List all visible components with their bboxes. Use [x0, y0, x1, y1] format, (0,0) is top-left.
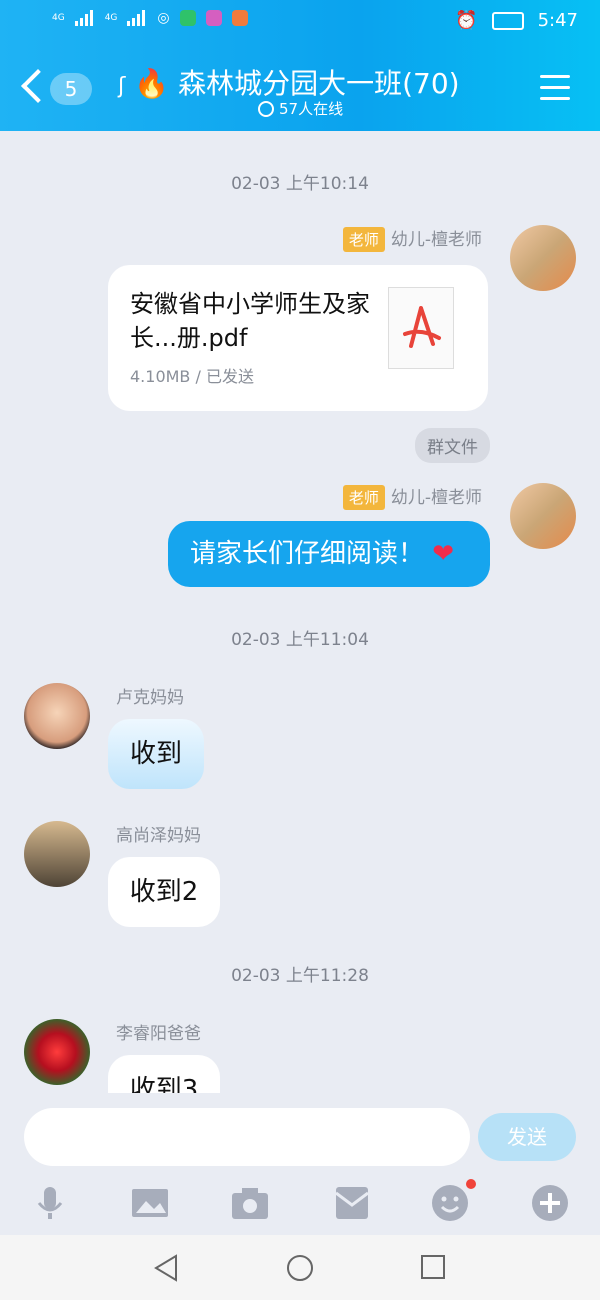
- system-nav-bar: [0, 1235, 600, 1300]
- message-bubble[interactable]: 收到2: [108, 857, 220, 927]
- nav-back-icon[interactable]: [152, 1253, 180, 1283]
- camera-icon[interactable]: [230, 1183, 270, 1223]
- menu-line: [540, 97, 570, 100]
- clock: 5:47: [537, 10, 578, 31]
- image-icon[interactable]: [130, 1183, 170, 1223]
- online-status: 57人在线: [258, 98, 343, 119]
- message-bubble[interactable]: 收到: [108, 719, 204, 789]
- fire-icon: 🔥: [134, 67, 170, 100]
- teacher-tag: 老师: [342, 227, 385, 252]
- avatar[interactable]: [24, 1019, 90, 1085]
- notification-dot: [466, 1179, 476, 1189]
- menu-button[interactable]: [540, 75, 570, 108]
- app-notification-icon-3: [231, 10, 248, 26]
- input-bar: 发送: [0, 1093, 600, 1173]
- nav-home-icon[interactable]: [285, 1253, 315, 1283]
- timestamp: 02-03 上午11:28: [231, 966, 369, 986]
- teacher-tag: 老师: [342, 485, 385, 510]
- heart-icon: ❤: [432, 539, 455, 569]
- menu-line: [540, 86, 570, 89]
- battery-icon: [491, 11, 524, 30]
- online-count: 57人在线: [279, 100, 344, 118]
- sender-name: 李睿阳爸爸: [116, 1024, 201, 1044]
- check-circle-icon: [258, 100, 274, 117]
- network-label-2: 4G: [104, 13, 118, 23]
- avatar[interactable]: [24, 821, 90, 887]
- app-notification-icon-2: [205, 10, 222, 26]
- message-input[interactable]: [24, 1108, 470, 1166]
- message-bubble[interactable]: 请家长们仔细阅读！ ❤: [168, 521, 490, 587]
- sender-label: 老师 幼儿-檀老师: [342, 225, 482, 252]
- signal-icon-2: [127, 10, 147, 26]
- back-button[interactable]: 5: [21, 69, 102, 110]
- network-label-1: 4G: [52, 13, 65, 23]
- plus-icon[interactable]: [530, 1183, 570, 1223]
- timestamp: 02-03 上午10:14: [231, 174, 369, 194]
- group-title: ʃ 🔥 森林城分园大一班(70): [118, 62, 498, 102]
- chat-area[interactable]: 02-03 上午10:14 老师 幼儿-檀老师 安徽省中小学师生及家长...册.p…: [0, 131, 600, 1093]
- alarm-icon: ⏰: [455, 10, 478, 31]
- sender-name: 幼儿-檀老师: [390, 488, 482, 508]
- avatar[interactable]: [24, 683, 90, 749]
- message-text: 请家长们仔细阅读！: [190, 539, 425, 569]
- sender-name: 卢克妈妈: [116, 688, 184, 708]
- message-bubble[interactable]: 收到3: [108, 1055, 220, 1093]
- timestamp: 02-03 上午11:04: [231, 630, 369, 650]
- avatar[interactable]: [510, 225, 576, 291]
- unread-badge: 5: [50, 73, 92, 105]
- file-meta: 4.10MB / 已发送: [130, 367, 254, 386]
- hotspot-icon: ◎: [157, 10, 170, 26]
- group-name: 森林城分园大一班(70): [178, 67, 460, 100]
- ear-icon: ʃ: [118, 74, 126, 99]
- menu-line: [540, 75, 570, 78]
- group-file-chip[interactable]: 群文件: [415, 428, 490, 463]
- microphone-icon[interactable]: [30, 1183, 70, 1223]
- send-button[interactable]: 发送: [478, 1113, 576, 1161]
- signal-icon: [74, 10, 95, 26]
- sender-label: 老师 幼儿-檀老师: [342, 483, 482, 510]
- file-title: 安徽省中小学师生及家长...册.pdf: [130, 290, 370, 352]
- app-notification-icon: [179, 10, 196, 26]
- avatar[interactable]: [510, 483, 576, 549]
- sender-name: 幼儿-檀老师: [390, 230, 482, 250]
- chat-header: 4G 4G ◎ ⏰ 5:47 5 ʃ 🔥 森林城分园大一班(70) 57人在线: [0, 0, 600, 131]
- nav-recents-icon[interactable]: [420, 1254, 446, 1280]
- red-packet-icon[interactable]: [332, 1183, 372, 1223]
- file-message[interactable]: 安徽省中小学师生及家长...册.pdf 4.10MB / 已发送: [108, 265, 488, 411]
- pdf-icon: [388, 287, 454, 369]
- status-bar: 4G 4G ◎ ⏰ 5:47: [0, 10, 600, 38]
- sender-name: 高尚泽妈妈: [116, 826, 201, 846]
- emoji-icon[interactable]: [430, 1179, 476, 1223]
- input-toolbar: [0, 1173, 600, 1235]
